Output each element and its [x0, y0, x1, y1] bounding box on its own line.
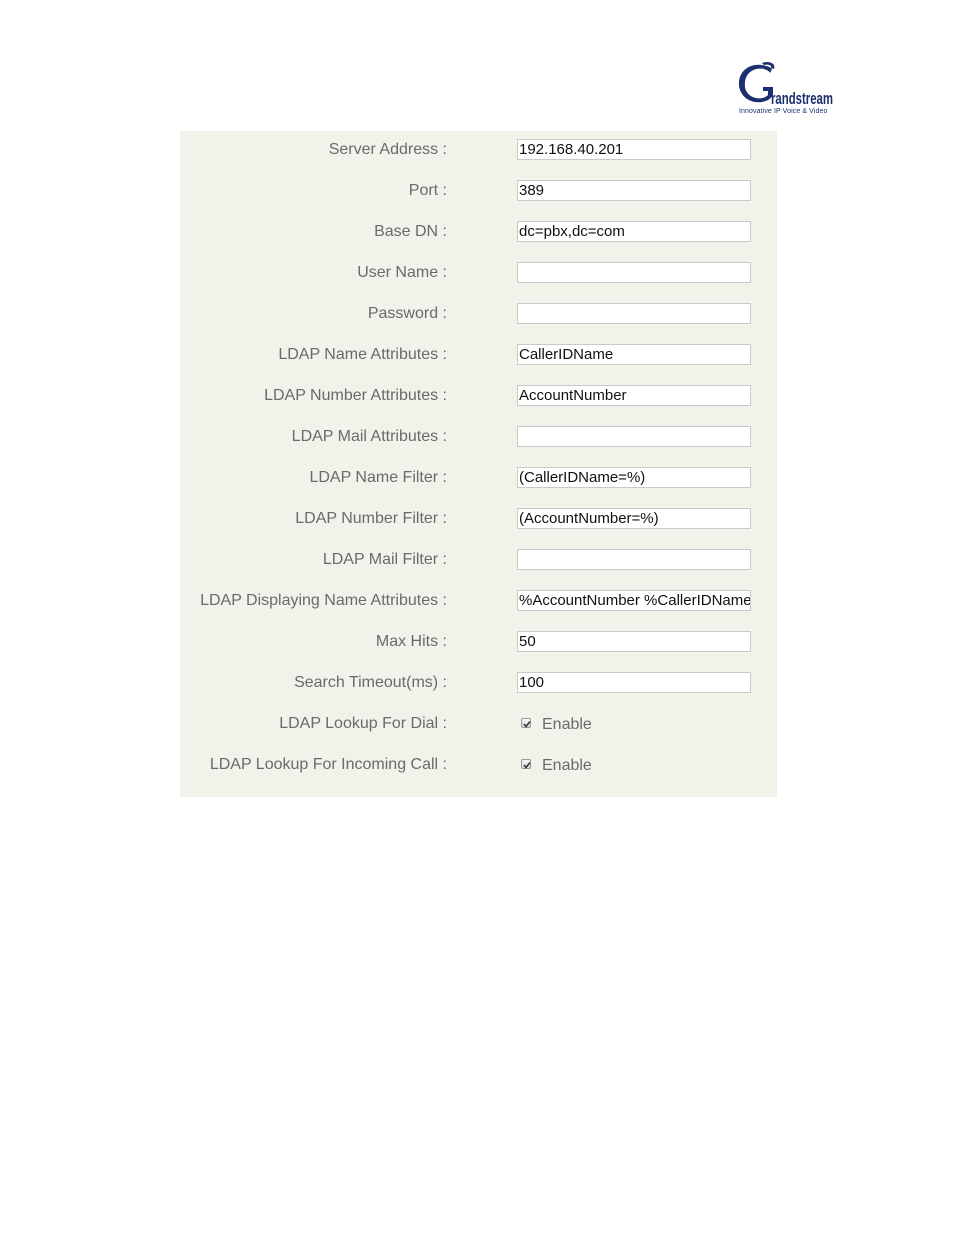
form-row-ldap-lookup-for-dial: LDAP Lookup For Dial : Enable — [180, 705, 777, 746]
checkmark-icon — [523, 721, 531, 728]
enable-checkbox[interactable] — [521, 718, 531, 728]
enable-label: Enable — [542, 757, 592, 774]
form-row-ldap-number-filter: LDAP Number Filter : (AccountNumber=%) — [180, 500, 777, 541]
ldap-lookup-for-dial-enable-control[interactable]: Enable — [521, 715, 592, 735]
grandstream-logo: randstream Innovative IP Voice & Video — [736, 60, 836, 120]
ldap-mail-attributes-input[interactable] — [517, 426, 751, 447]
field-label: Password : — [367, 305, 447, 322]
form-row-ldap-displaying-name-attributes: LDAP Displaying Name Attributes : %Accoun… — [180, 582, 777, 623]
form-row-user-name: User Name : — [180, 254, 777, 295]
ldap-number-filter-input[interactable]: (AccountNumber=%) — [517, 508, 751, 529]
form-row-search-timeout-ms: Search Timeout(ms) : 100 — [180, 664, 777, 705]
field-label: Base DN : — [374, 223, 447, 240]
form-row-ldap-number-attributes: LDAP Number Attributes : AccountNumber — [180, 377, 777, 418]
form-row-ldap-name-attributes: LDAP Name Attributes : CallerIDName — [180, 336, 777, 377]
field-label: Port : — [408, 182, 447, 199]
form-row-ldap-mail-attributes: LDAP Mail Attributes : — [180, 418, 777, 459]
field-label: LDAP Name Filter : — [309, 469, 447, 486]
field-label: LDAP Number Filter : — [295, 510, 447, 527]
field-label: LDAP Mail Filter : — [322, 551, 447, 568]
user-name-input[interactable] — [517, 262, 751, 283]
form-row-password: Password : — [180, 295, 777, 336]
enable-checkbox[interactable] — [521, 759, 531, 769]
ldap-settings-panel: Server Address : 192.168.40.201 Port : 389 B… — [180, 131, 777, 797]
field-label: User Name : — [357, 264, 447, 281]
ldap-lookup-for-incoming-call-enable-control[interactable]: Enable — [521, 756, 592, 776]
field-label: LDAP Mail Attributes : — [291, 428, 447, 445]
logo-tagline: Innovative IP Voice & Video — [739, 108, 828, 115]
grandstream-logo-icon: randstream — [738, 61, 833, 108]
form-row-max-hits: Max Hits : 50 — [180, 623, 777, 664]
port-input[interactable]: 389 — [517, 180, 751, 201]
form-row-ldap-mail-filter: LDAP Mail Filter : — [180, 541, 777, 582]
ldap-name-filter-input[interactable]: (CallerIDName=%) — [517, 467, 751, 488]
field-label: LDAP Lookup For Incoming Call : — [209, 756, 447, 773]
field-label: Search Timeout(ms) : — [294, 674, 447, 691]
password-input[interactable] — [517, 303, 751, 324]
field-label: LDAP Name Attributes : — [278, 346, 447, 363]
ldap-name-attributes-input[interactable]: CallerIDName — [517, 344, 751, 365]
base-dn-input[interactable]: dc=pbx,dc=com — [517, 221, 751, 242]
form-row-port: Port : 389 — [180, 172, 777, 213]
form-row-server-address: Server Address : 192.168.40.201 — [180, 131, 777, 172]
checkmark-icon — [523, 762, 531, 769]
search-timeout-ms-input[interactable]: 100 — [517, 672, 751, 693]
ldap-number-attributes-input[interactable]: AccountNumber — [517, 385, 751, 406]
field-label: Server Address : — [328, 141, 447, 158]
form-row-base-dn: Base DN : dc=pbx,dc=com — [180, 213, 777, 254]
field-label: Max Hits : — [375, 633, 447, 650]
max-hits-input[interactable]: 50 — [517, 631, 751, 652]
field-label: LDAP Number Attributes : — [264, 387, 447, 404]
form-row-ldap-name-filter: LDAP Name Filter : (CallerIDName=%) — [180, 459, 777, 500]
enable-label: Enable — [542, 716, 592, 733]
logo-brand-text: randstream — [771, 89, 833, 108]
ldap-displaying-name-attributes-input[interactable]: %AccountNumber %CallerIDName — [517, 590, 751, 611]
ldap-mail-filter-input[interactable] — [517, 549, 751, 570]
server-address-input[interactable]: 192.168.40.201 — [517, 139, 751, 160]
field-label: LDAP Lookup For Dial : — [279, 715, 447, 732]
form-row-ldap-lookup-for-incoming-call: LDAP Lookup For Incoming Call : Enable — [180, 746, 777, 787]
field-label: LDAP Displaying Name Attributes : — [200, 592, 447, 609]
